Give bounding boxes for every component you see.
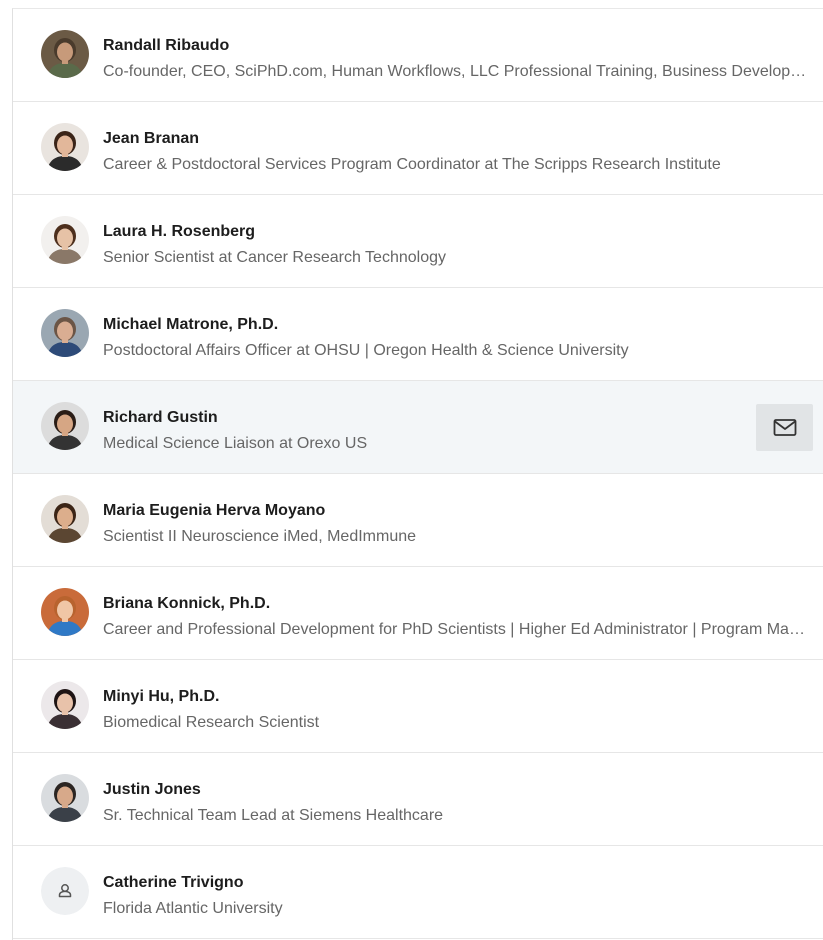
message-button[interactable] — [756, 404, 813, 451]
person-icon — [41, 867, 89, 915]
connection-text: Catherine Trivigno Florida Atlantic Unive… — [103, 873, 811, 919]
connection-headline: Biomedical Research Scientist — [103, 714, 320, 731]
envelope-icon — [773, 418, 796, 436]
connection-row[interactable]: Jean Branan Career & Postdoctoral Service… — [13, 102, 823, 195]
connection-name[interactable]: Laura H. Rosenberg — [103, 222, 811, 242]
profile-photo — [41, 681, 89, 729]
profile-photo — [41, 774, 89, 822]
connection-name[interactable]: Michael Matrone, Ph.D. — [103, 315, 811, 335]
connection-text: Michael Matrone, Ph.D. Postdoctoral Affai… — [103, 315, 811, 361]
connection-name[interactable]: Minyi Hu, Ph.D. — [103, 687, 811, 707]
avatar[interactable] — [41, 402, 89, 450]
connection-text: Justin Jones Sr. Technical Team Lead at S… — [103, 780, 811, 826]
profile-photo — [41, 30, 89, 78]
profile-photo — [41, 309, 89, 357]
connection-row[interactable]: Maria Eugenia Herva Moyano Scientist II N… — [13, 474, 823, 567]
connections-list: Randall Ribaudo Co-founder, CEO, SciPhD.c… — [12, 8, 823, 940]
profile-photo — [41, 588, 89, 636]
connection-row[interactable]: Briana Konnick, Ph.D. Career and Professi… — [13, 567, 823, 660]
connection-headline: Co-founder, CEO, SciPhD.com, Human Workf… — [103, 63, 811, 80]
connection-row[interactable]: Minyi Hu, Ph.D. Biomedical Research Scien… — [13, 660, 823, 753]
profile-photo — [41, 216, 89, 264]
connection-name[interactable]: Jean Branan — [103, 129, 811, 149]
profile-photo — [41, 402, 89, 450]
connection-row[interactable]: Justin Jones Sr. Technical Team Lead at S… — [13, 753, 823, 846]
connection-name[interactable]: Maria Eugenia Herva Moyano — [103, 501, 811, 521]
connection-name[interactable]: Randall Ribaudo — [103, 36, 811, 56]
connection-headline: Scientist II Neuroscience iMed, MedImmun… — [103, 528, 417, 545]
avatar[interactable] — [41, 588, 89, 636]
connection-text: Randall Ribaudo Co-founder, CEO, SciPhD.c… — [103, 36, 811, 82]
connection-text: Jean Branan Career & Postdoctoral Service… — [103, 129, 811, 175]
connection-headline: Senior Scientist at Cancer Research Tech… — [103, 249, 446, 266]
connection-name[interactable]: Justin Jones — [103, 780, 811, 800]
connection-text: Maria Eugenia Herva Moyano Scientist II N… — [103, 501, 811, 547]
connection-headline: Postdoctoral Affairs Officer at OHSU | O… — [103, 342, 629, 359]
avatar[interactable] — [41, 774, 89, 822]
connection-row[interactable]: Catherine Trivigno Florida Atlantic Unive… — [13, 846, 823, 939]
avatar[interactable] — [41, 309, 89, 357]
avatar[interactable] — [41, 30, 89, 78]
connection-row[interactable]: Randall Ribaudo Co-founder, CEO, SciPhD.c… — [13, 9, 823, 102]
profile-photo — [41, 495, 89, 543]
connection-row[interactable]: Laura H. Rosenberg Senior Scientist at Ca… — [13, 195, 823, 288]
connection-headline: Florida Atlantic University — [103, 900, 283, 917]
connection-row[interactable]: Richard Gustin Medical Science Liaison at… — [13, 381, 823, 474]
avatar[interactable] — [41, 681, 89, 729]
connection-text: Minyi Hu, Ph.D. Biomedical Research Scien… — [103, 687, 811, 733]
avatar-placeholder[interactable] — [41, 867, 89, 915]
connection-row[interactable]: Michael Matrone, Ph.D. Postdoctoral Affai… — [13, 288, 823, 381]
profile-photo — [41, 123, 89, 171]
connection-name[interactable]: Catherine Trivigno — [103, 873, 811, 893]
connection-headline: Career and Professional Development for … — [103, 621, 811, 638]
connection-name[interactable]: Richard Gustin — [103, 408, 743, 428]
connection-headline: Career & Postdoctoral Services Program C… — [103, 156, 721, 173]
connection-text: Richard Gustin Medical Science Liaison at… — [103, 408, 743, 454]
avatar[interactable] — [41, 495, 89, 543]
connection-text: Briana Konnick, Ph.D. Career and Professi… — [103, 594, 811, 640]
connection-headline: Sr. Technical Team Lead at Siemens Healt… — [103, 807, 444, 824]
connection-headline: Medical Science Liaison at Orexo US — [103, 435, 368, 452]
connection-text: Laura H. Rosenberg Senior Scientist at Ca… — [103, 222, 811, 268]
connection-name[interactable]: Briana Konnick, Ph.D. — [103, 594, 811, 614]
avatar[interactable] — [41, 216, 89, 264]
avatar[interactable] — [41, 123, 89, 171]
